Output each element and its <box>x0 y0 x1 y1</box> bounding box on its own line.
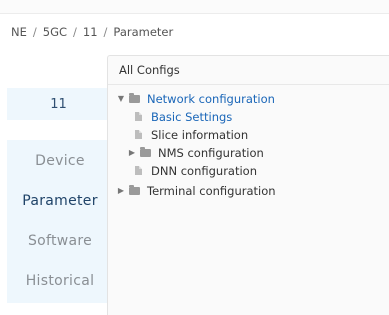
tree-item-label: NMS configuration <box>158 145 264 160</box>
document-icon <box>135 130 142 139</box>
tree-item-basic-settings[interactable]: Basic Settings <box>135 108 232 125</box>
menu-item-device[interactable]: Device <box>7 141 113 181</box>
caret-down-icon[interactable]: ▼ <box>116 94 126 103</box>
tree-item-label: Slice information <box>151 127 249 142</box>
panel-title: All Configs <box>108 56 389 85</box>
document-icon <box>135 112 142 121</box>
folder-icon <box>129 184 140 195</box>
folder-icon <box>129 92 140 103</box>
tree-item-label: DNN configuration <box>151 163 257 178</box>
breadcrumb: NE / 5GC / 11 / Parameter <box>11 25 173 39</box>
tree-item-label: Terminal configuration <box>147 183 276 198</box>
caret-right-icon[interactable]: ▶ <box>127 148 137 157</box>
folder-icon <box>140 146 151 157</box>
menu-item-label: Parameter <box>22 193 98 209</box>
breadcrumb-separator: / <box>103 25 108 39</box>
menu-item-historical[interactable]: Historical <box>7 261 113 301</box>
node-chip[interactable]: 11 <box>7 88 110 120</box>
breadcrumb-node[interactable]: 11 <box>83 25 98 39</box>
config-panel: All Configs ▼ Network configuration Basi… <box>107 55 389 315</box>
menu-item-label: Device <box>35 153 85 169</box>
menu-item-label: Software <box>27 233 93 249</box>
top-bar <box>0 0 389 14</box>
breadcrumb-separator: / <box>73 25 77 39</box>
document-icon <box>135 166 142 175</box>
node-label: 11 <box>50 96 67 112</box>
tree-item-nms-configuration[interactable]: ▶ NMS configuration <box>127 144 264 161</box>
menu-item-parameter[interactable]: Parameter <box>7 181 114 221</box>
tree-item-slice-information[interactable]: Slice information <box>135 126 248 143</box>
menu-item-software[interactable]: Software <box>7 221 113 261</box>
tree-item-dnn-configuration[interactable]: DNN configuration <box>135 162 257 179</box>
caret-right-icon[interactable]: ▶ <box>116 186 126 195</box>
breadcrumb-5gc[interactable]: 5GC <box>43 25 67 39</box>
tree-item-terminal-configuration[interactable]: ▶ Terminal configuration <box>116 182 276 199</box>
tree-item-label: Network configuration <box>147 91 275 106</box>
menu-item-label: Historical <box>25 273 95 289</box>
breadcrumb-separator: / <box>32 25 37 39</box>
breadcrumb-ne[interactable]: NE <box>11 25 27 39</box>
breadcrumb-current: Parameter <box>113 25 174 39</box>
side-menu: Device Parameter Software Historical <box>7 140 114 303</box>
tree-item-label: Basic Settings <box>151 109 233 124</box>
tree-item-network-configuration[interactable]: ▼ Network configuration <box>116 90 275 107</box>
